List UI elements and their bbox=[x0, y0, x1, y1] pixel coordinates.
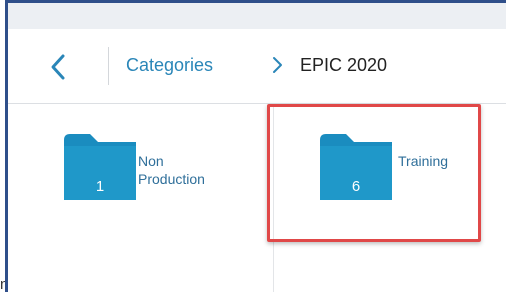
breadcrumb: Categories EPIC 2020 bbox=[8, 29, 506, 104]
breadcrumb-current: EPIC 2020 bbox=[300, 55, 388, 75]
folder-label: Non Production bbox=[138, 152, 205, 188]
column-divider bbox=[273, 104, 274, 292]
folder-label: Training bbox=[398, 152, 448, 170]
screen: n Categories EPIC 2020 bbox=[0, 0, 506, 292]
folder-label-line1: Training bbox=[398, 153, 449, 169]
header-divider bbox=[108, 47, 109, 85]
folder-label-line1: Non bbox=[138, 153, 164, 169]
top-strip bbox=[8, 3, 506, 29]
chevron-left-icon bbox=[51, 54, 65, 80]
folder-count: 1 bbox=[95, 178, 105, 195]
folder-training[interactable]: 6 Training bbox=[320, 134, 490, 204]
folder-grid: 1 Non Production 6 Training bbox=[8, 104, 506, 292]
folder-count: 6 bbox=[351, 178, 361, 195]
folder-label-line2: Production bbox=[138, 171, 205, 187]
chevron-right-icon bbox=[273, 57, 282, 73]
content-panel: Categories EPIC 2020 1 Non Production 6 … bbox=[5, 0, 506, 292]
folder-non-production[interactable]: 1 Non Production bbox=[64, 134, 244, 204]
back-button[interactable] bbox=[48, 53, 68, 81]
breadcrumb-categories-link[interactable]: Categories bbox=[126, 55, 213, 76]
breadcrumb-separator bbox=[270, 54, 284, 76]
